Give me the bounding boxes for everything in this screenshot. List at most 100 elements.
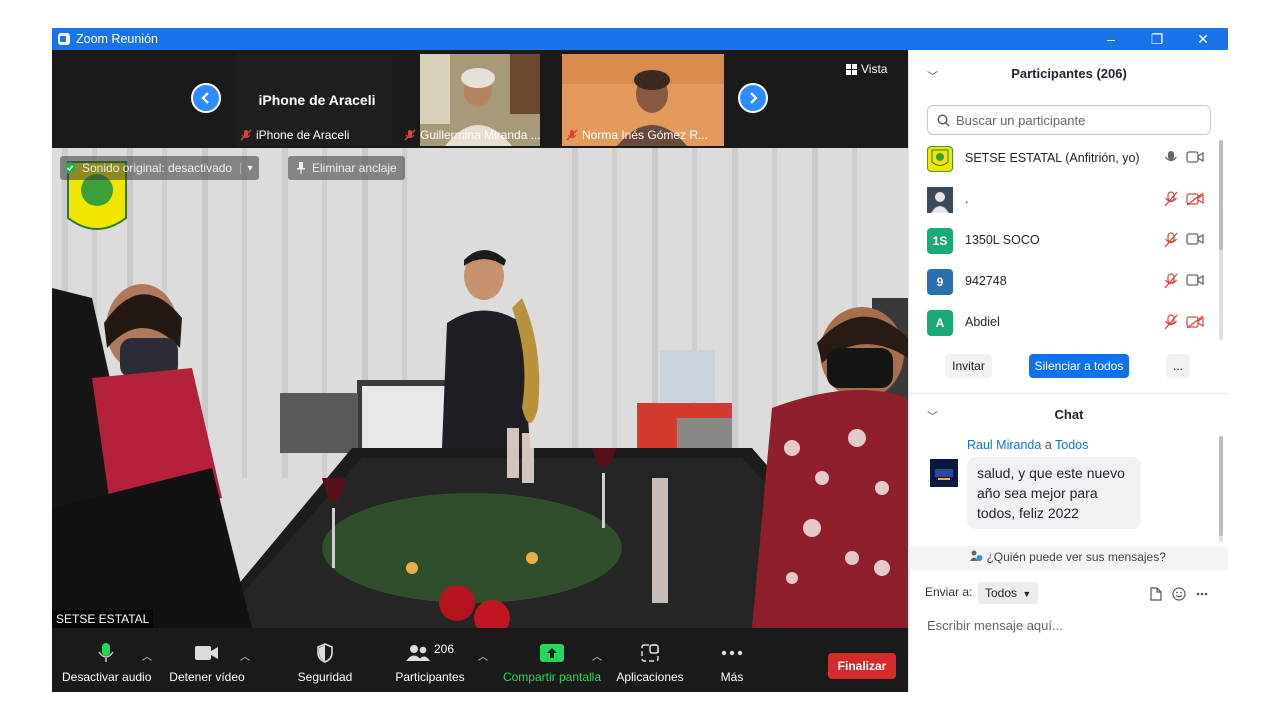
participants-count: 206 [433,642,455,656]
grid-icon [846,63,857,75]
shield-icon [317,643,333,663]
video-camera-icon [195,646,218,660]
participant-name: . [965,192,969,206]
camera-off-icon[interactable] [1186,315,1204,329]
muted-mic-icon[interactable] [1164,273,1178,289]
camera-off-icon[interactable] [1186,192,1204,206]
file-icon[interactable] [1150,587,1162,601]
video-camera-icon[interactable] [1186,274,1204,286]
muted-mic-icon [404,129,416,141]
more-options-button[interactable]: ... [1166,354,1190,378]
security-label: Seguridad [297,670,353,684]
original-sound-label: Sonido original: desactivado [82,161,233,175]
apps-button[interactable]: Aplicaciones [614,640,686,684]
chat-recipient: Todos [1055,438,1089,452]
zoom-logo-icon [58,33,70,45]
window-title: Zoom Reunión [76,32,158,46]
participant-row[interactable]: A Abdiel [908,303,1218,343]
people-icon [970,550,983,561]
close-button[interactable]: ✕ [1180,28,1226,50]
chat-sender-avatar [930,459,958,487]
chat-scrollbar[interactable] [1219,436,1223,542]
microphone-icon[interactable] [1164,150,1178,166]
participant-tile[interactable]: iPhone de Araceli iPhone de Araceli [236,54,398,146]
muted-mic-icon[interactable] [1164,191,1178,207]
participant-name: SETSE ESTATAL (Anfitrión, yo) [965,151,1140,165]
participant-tile-label: Guillermina Miranda ... [404,128,541,142]
muted-mic-icon[interactable] [1164,314,1178,330]
participant-tile-label: Norma Inés Gómez R... [566,128,708,142]
participant-row[interactable]: 9 942748 [908,262,1218,302]
audio-options-caret[interactable]: ︿ [142,648,152,663]
meeting-room-scene [52,148,908,628]
participant-search-input[interactable] [954,112,1198,129]
chat-message-header: Raul Miranda a Todos [967,438,1088,452]
participant-row[interactable]: . [908,180,1218,220]
chevron-right-icon [750,92,758,104]
share-options-caret[interactable]: ︿ [592,648,602,663]
mute-audio-label: Desactivar audio [62,670,152,684]
participant-tile[interactable]: Norma Inés Gómez R... [562,54,724,146]
more-button[interactable]: Más [712,640,752,684]
unpin-button[interactable]: Eliminar anclaje [288,156,405,180]
avatar [927,187,953,213]
participants-label: Participantes [395,670,465,684]
participants-button[interactable]: 206 Participantes [388,640,472,684]
participant-name: 1350L SOCO [965,233,1040,247]
share-screen-button[interactable]: Compartir pantalla [498,640,606,684]
participant-tile-label: iPhone de Araceli [240,128,349,142]
participant-name: 942748 [965,274,1007,288]
chat-message: salud, y que este nuevo año sea mejor pa… [967,457,1141,529]
participant-row[interactable]: SETSE ESTATAL (Anfitrión, yo) [908,139,1218,179]
chat-to-word: a [1044,438,1052,452]
title-bar: Zoom Reunión – ❐ ✕ [52,28,1228,50]
avatar: 1S [927,228,953,254]
participants-options-caret[interactable]: ︿ [478,648,488,663]
participant-tile[interactable]: Guillermina Miranda ... [400,54,560,146]
shield-check-icon [60,156,80,180]
apps-label: Aplicaciones [616,670,684,684]
security-button[interactable]: Seguridad [290,640,360,684]
view-button[interactable]: Vista [846,62,887,76]
apps-icon [641,644,659,662]
mute-all-button[interactable]: Silenciar a todos [1029,354,1129,378]
chevron-down-icon[interactable]: ▾ [240,162,259,174]
chevron-left-icon [201,92,209,104]
participant-row[interactable]: 1S 1350L SOCO [908,221,1218,261]
invite-button[interactable]: Invitar [945,354,992,378]
participants-scrollbar[interactable] [1219,140,1223,340]
muted-mic-icon [240,129,252,141]
participant-tile-name: iPhone de Araceli [258,92,376,108]
video-camera-icon[interactable] [1186,151,1204,163]
share-screen-icon [540,644,564,662]
restore-button[interactable]: ❐ [1134,28,1180,50]
chat-sender-name[interactable]: Raul Miranda [967,438,1041,452]
avatar: A [927,310,953,336]
main-video [52,148,908,628]
who-can-see-link[interactable]: ¿Quién puede ver sus mensajes? [908,550,1228,564]
more-dots-icon [721,650,743,656]
participant-search[interactable] [927,105,1211,135]
mute-audio-button[interactable]: Desactivar audio [62,640,152,684]
minimize-button[interactable]: – [1088,28,1134,50]
avatar [927,146,953,172]
meeting-toolbar: Desactivar audio ︿ Detener vídeo ︿ Segur… [52,632,908,692]
emoji-icon[interactable] [1172,587,1186,601]
participants-icon [405,645,430,661]
active-speaker-label: SETSE ESTATAL [52,610,154,628]
chat-message-input[interactable] [925,613,1219,637]
original-sound-toggle[interactable]: Sonido original: desactivado ▾ [60,156,260,180]
video-camera-icon[interactable] [1186,233,1204,245]
microphone-icon [98,643,114,662]
participants-title: Participantes (206) [1011,66,1127,81]
more-dots-icon[interactable] [1196,592,1208,596]
next-page-button[interactable] [738,83,768,113]
end-meeting-button[interactable]: Finalizar [828,653,896,679]
previous-page-button[interactable] [191,83,221,113]
send-to-dropdown[interactable]: Todos ▼ [978,582,1039,604]
muted-mic-icon[interactable] [1164,232,1178,248]
stop-video-button[interactable]: Detener vídeo [168,640,246,684]
avatar: 9 [927,269,953,295]
video-options-caret[interactable]: ︿ [240,648,250,663]
divider [909,393,1228,394]
